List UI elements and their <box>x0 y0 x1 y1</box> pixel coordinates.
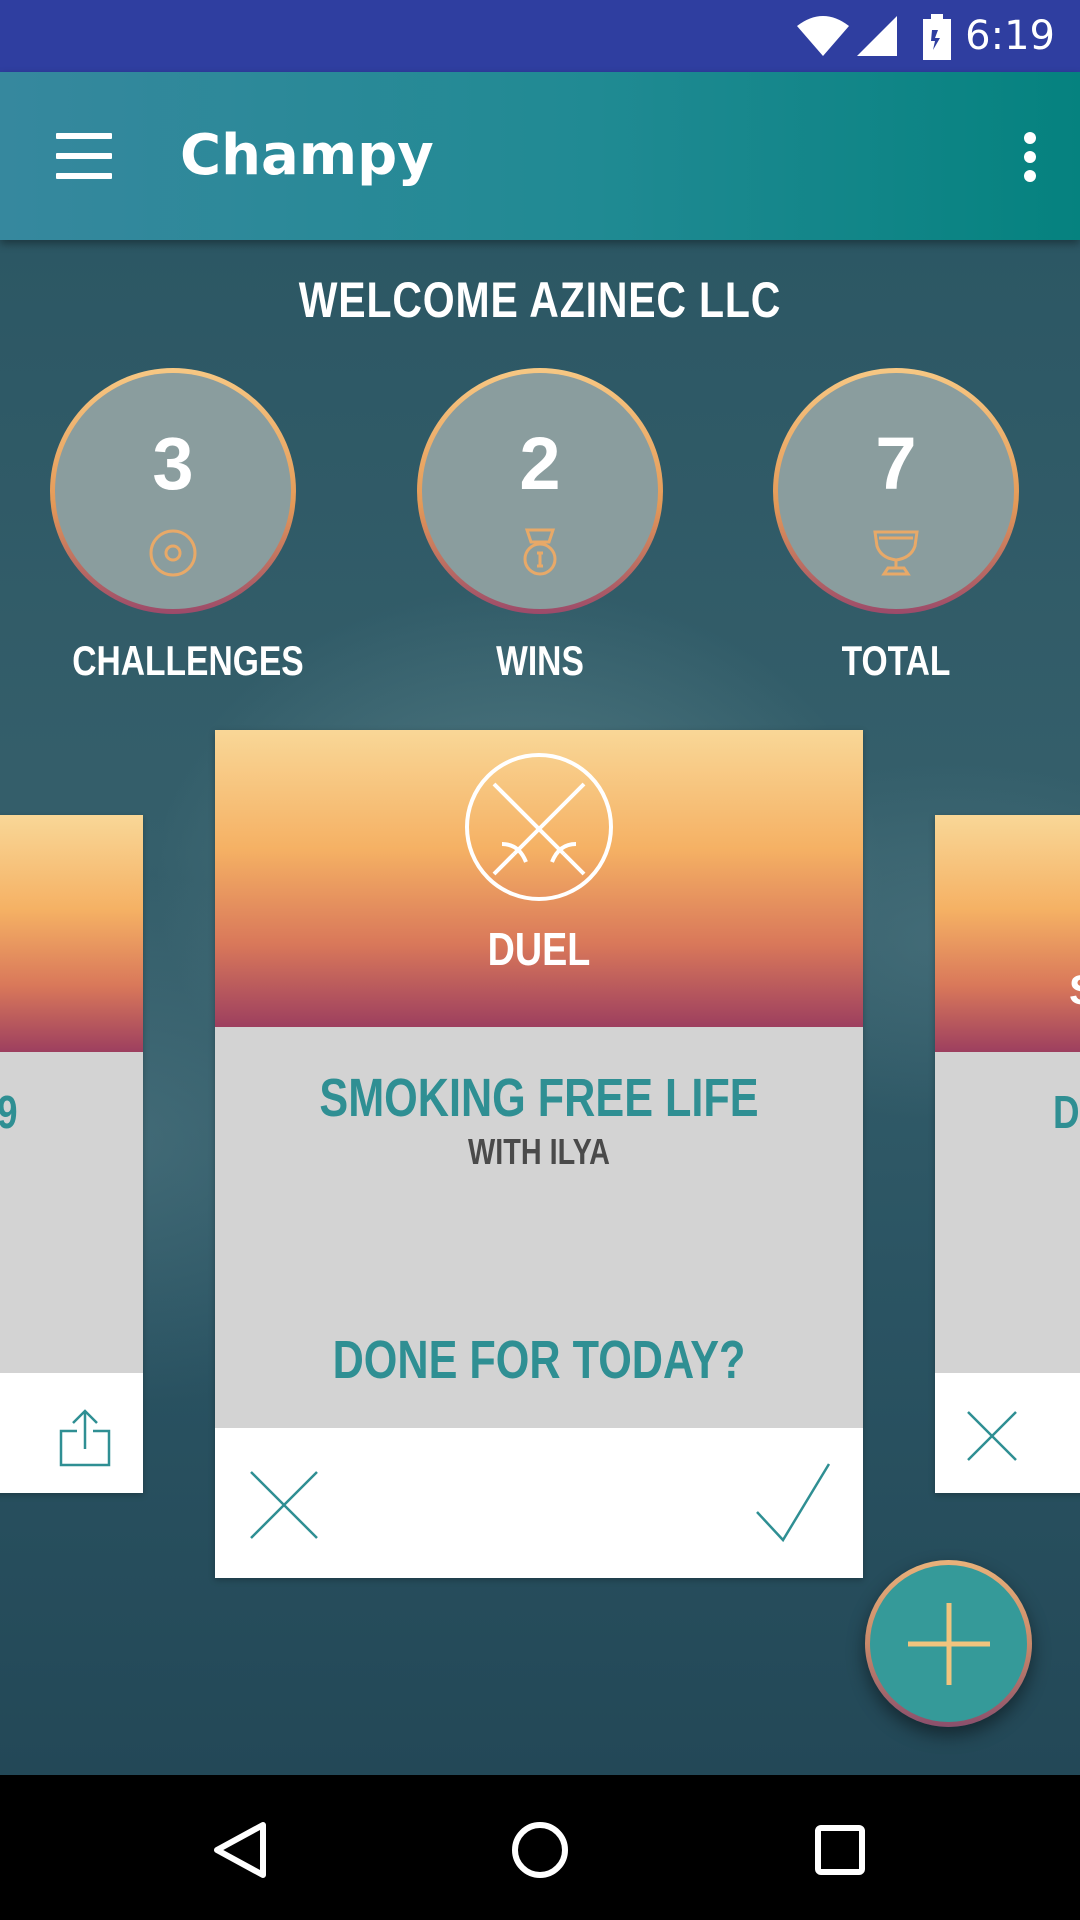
signal-icon <box>857 16 897 56</box>
close-icon[interactable] <box>965 1409 1019 1463</box>
app-screen: 6:19 Champy WELCOME AZINEC LLC 3 CHALLEN… <box>0 0 1080 1920</box>
system-nav-bar <box>0 1775 1080 1920</box>
medal-icon <box>523 528 557 576</box>
card-header: DUEL <box>215 730 863 1027</box>
share-icon[interactable] <box>57 1409 113 1467</box>
challenge-type-label: DUEL <box>487 923 591 975</box>
card-type-partial: S <box>1069 965 1080 1015</box>
stat-challenges[interactable]: 3 CHALLENGES <box>47 368 304 686</box>
challenge-card-next[interactable]: S DI <box>935 815 1080 1493</box>
close-icon[interactable] <box>245 1466 325 1546</box>
menu-button[interactable] <box>40 116 128 196</box>
stat-value: 3 <box>152 422 194 505</box>
target-icon <box>149 529 197 577</box>
stat-value: 7 <box>875 422 917 505</box>
stat-circle: 3 <box>50 368 296 614</box>
app-title: Champy <box>180 123 434 188</box>
crossed-swords-icon <box>465 753 613 901</box>
card-title-partial: DI <box>1053 1086 1080 1138</box>
back-icon[interactable] <box>195 1805 285 1895</box>
done-for-today-question: DONE FOR TODAY? <box>332 1330 746 1390</box>
overflow-menu-button[interactable] <box>1000 116 1060 196</box>
trophy-icon <box>873 530 919 576</box>
card-title-partial: 9 <box>0 1085 18 1139</box>
challenge-card[interactable]: DUEL SMOKING FREE LIFE WITH ILYA DONE FO… <box>215 730 863 1578</box>
stat-label: WINS <box>496 637 584 684</box>
stat-value: 2 <box>519 422 561 505</box>
stat-circle: 2 <box>417 368 663 614</box>
wifi-icon <box>797 16 849 56</box>
card-footer <box>0 1373 143 1493</box>
stat-wins[interactable]: 2 WINS <box>414 368 666 686</box>
challenge-partner: WITH ILYA <box>468 1131 610 1172</box>
app-bar: Champy <box>0 72 1080 240</box>
plus-icon <box>908 1603 990 1685</box>
challenge-title: SMOKING FREE LIFE <box>319 1068 759 1128</box>
card-header <box>0 815 143 1052</box>
add-challenge-button[interactable] <box>865 1560 1032 1727</box>
welcome-heading: WELCOME AZINEC LLC <box>298 272 782 328</box>
stat-label: TOTAL <box>841 637 951 684</box>
status-bar: 6:19 <box>0 0 1080 72</box>
home-icon[interactable] <box>495 1805 585 1895</box>
card-header: S <box>935 815 1080 1052</box>
status-time: 6:19 <box>965 13 1055 59</box>
challenge-card-previous[interactable]: 9 <box>0 815 143 1493</box>
recents-icon[interactable] <box>795 1805 885 1895</box>
check-icon[interactable] <box>753 1460 833 1546</box>
card-footer <box>935 1373 1080 1493</box>
stat-label: CHALLENGES <box>72 637 304 684</box>
card-footer <box>215 1428 863 1578</box>
stat-total[interactable]: 7 TOTAL <box>770 368 1022 686</box>
battery-icon <box>923 14 951 60</box>
stat-circle: 7 <box>773 368 1019 614</box>
